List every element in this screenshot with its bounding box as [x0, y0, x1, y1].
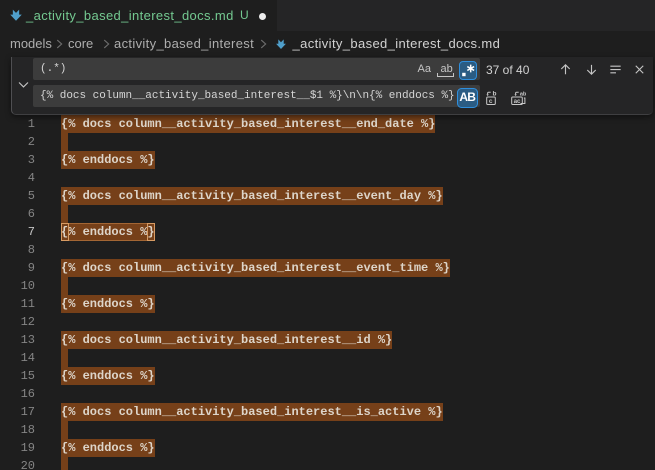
svg-text:ac: ac: [514, 98, 521, 105]
svg-text:c: c: [489, 98, 493, 105]
svg-text:b: b: [493, 91, 497, 98]
svg-text:ab: ab: [520, 91, 526, 97]
